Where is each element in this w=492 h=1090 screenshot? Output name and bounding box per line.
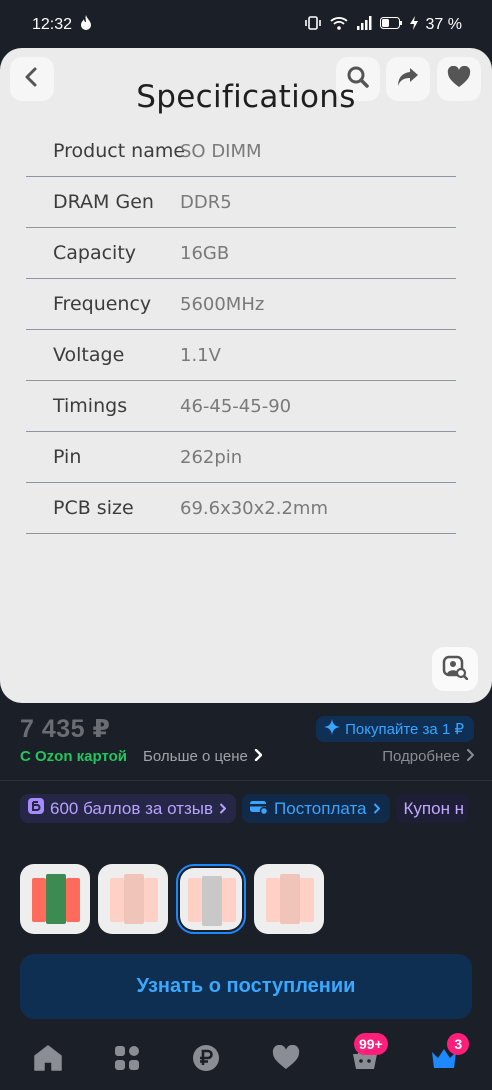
spec-row: Pin 262pin [26, 432, 456, 483]
vibrate-icon [304, 15, 322, 35]
postpay-chip[interactable]: Постоплата [242, 794, 390, 823]
home-icon [33, 1044, 62, 1076]
spec-label: DRAM Gen [53, 191, 154, 213]
profile-badge: 3 [447, 1033, 470, 1055]
specifications-title: Specifications [136, 79, 356, 115]
spec-row: PCB size 69.6x30x2.2mm [26, 483, 456, 534]
status-time: 12:32 [32, 16, 73, 33]
bottom-navigation: 99+ 3 [0, 1030, 492, 1090]
nav-cart[interactable]: 99+ [340, 1033, 390, 1085]
more-price-label: Больше о цене [143, 748, 248, 765]
image-thumbnails [20, 864, 324, 934]
nav-home[interactable] [23, 1035, 73, 1085]
wifi-icon [329, 16, 348, 35]
image-search-button[interactable] [432, 647, 478, 691]
price-row: 7 435 ₽ Покупайте за 1 ₽ [20, 714, 474, 744]
more-about-price-link[interactable]: Больше о цене [143, 748, 263, 765]
spec-value: 262pin [180, 446, 243, 468]
spec-label: Pin [53, 446, 82, 468]
spec-table: Product name SO DIMM DRAM Gen DDR5 Capac… [26, 126, 456, 534]
battery-icon [379, 16, 402, 34]
spec-value: 5600MHz [180, 293, 265, 315]
status-bar: 12:32 37 % [0, 0, 492, 50]
spec-row: Timings 46-45-45-90 [26, 381, 456, 432]
ruble-icon [192, 1044, 220, 1077]
promo-chips: 600 баллов за отзыв Постоплата Купон н [20, 794, 492, 824]
spec-label: Product name [53, 140, 186, 162]
coupon-label: Купон н [403, 798, 465, 818]
chevron-right-icon [254, 748, 263, 765]
chevron-right-icon [466, 748, 475, 765]
thumbnail[interactable] [254, 864, 324, 934]
nav-favorites[interactable] [261, 1035, 311, 1085]
review-points-label: 600 баллов за отзыв [50, 798, 214, 818]
details-label: Подробнее [382, 748, 460, 765]
thumbnail[interactable] [98, 864, 168, 934]
chevron-right-icon [373, 799, 380, 819]
points-icon [28, 798, 44, 819]
flame-icon [80, 15, 92, 35]
spec-label: PCB size [53, 497, 134, 519]
signal-icon [356, 15, 372, 35]
thumbnail-selected[interactable] [176, 864, 246, 934]
card-icon [250, 799, 269, 819]
spec-value: 69.6x30x2.2mm [180, 497, 328, 519]
spec-label: Voltage [53, 344, 125, 366]
price-subline: С Ozon картой Больше о цене Подробнее [20, 748, 475, 765]
spec-row: Capacity 16GB [26, 228, 456, 279]
spec-value: 46-45-45-90 [180, 395, 292, 417]
spec-row: DRAM Gen DDR5 [26, 177, 456, 228]
catalog-grid-icon [114, 1045, 140, 1076]
chevron-right-icon [219, 799, 227, 819]
price-value: 7 435 ₽ [20, 715, 111, 743]
charging-icon [409, 15, 418, 35]
sparkle-icon [324, 719, 341, 739]
spec-value: 1.1V [180, 344, 221, 366]
spec-label: Frequency [53, 293, 152, 315]
spec-value: 16GB [180, 242, 230, 264]
buy-for-1-ruble-button[interactable]: Покупайте за 1 ₽ [316, 716, 474, 742]
spec-row: Product name SO DIMM [26, 126, 456, 177]
promo-label: Покупайте за 1 ₽ [345, 721, 464, 738]
cart-count-badge: 99+ [353, 1033, 388, 1055]
spec-value: SO DIMM [180, 140, 262, 162]
spec-value: DDR5 [180, 191, 232, 213]
heart-icon [272, 1044, 300, 1075]
spec-row: Voltage 1.1V [26, 330, 456, 381]
thumbnail[interactable] [20, 864, 90, 934]
postpay-label: Постоплата [274, 798, 367, 818]
nav-profile[interactable]: 3 [419, 1033, 470, 1085]
nav-catalog[interactable] [102, 1035, 152, 1085]
product-image-card[interactable]: Specifications Product name SO DIMM DRAM… [0, 48, 492, 703]
ozon-card-label: С Ozon картой [20, 748, 128, 765]
battery-percent: 37 % [425, 16, 462, 33]
review-points-chip[interactable]: 600 баллов за отзыв [20, 794, 237, 823]
image-search-icon [442, 654, 469, 685]
details-link[interactable]: Подробнее [382, 748, 475, 765]
coupon-chip[interactable]: Купон н [395, 794, 469, 823]
spec-label: Capacity [53, 242, 137, 264]
divider [0, 780, 492, 781]
spec-row: Frequency 5600MHz [26, 279, 456, 330]
spec-label: Timings [53, 395, 128, 417]
notify-when-available-button[interactable]: Узнать о поступлении [20, 954, 472, 1019]
nav-finance[interactable] [181, 1035, 231, 1085]
